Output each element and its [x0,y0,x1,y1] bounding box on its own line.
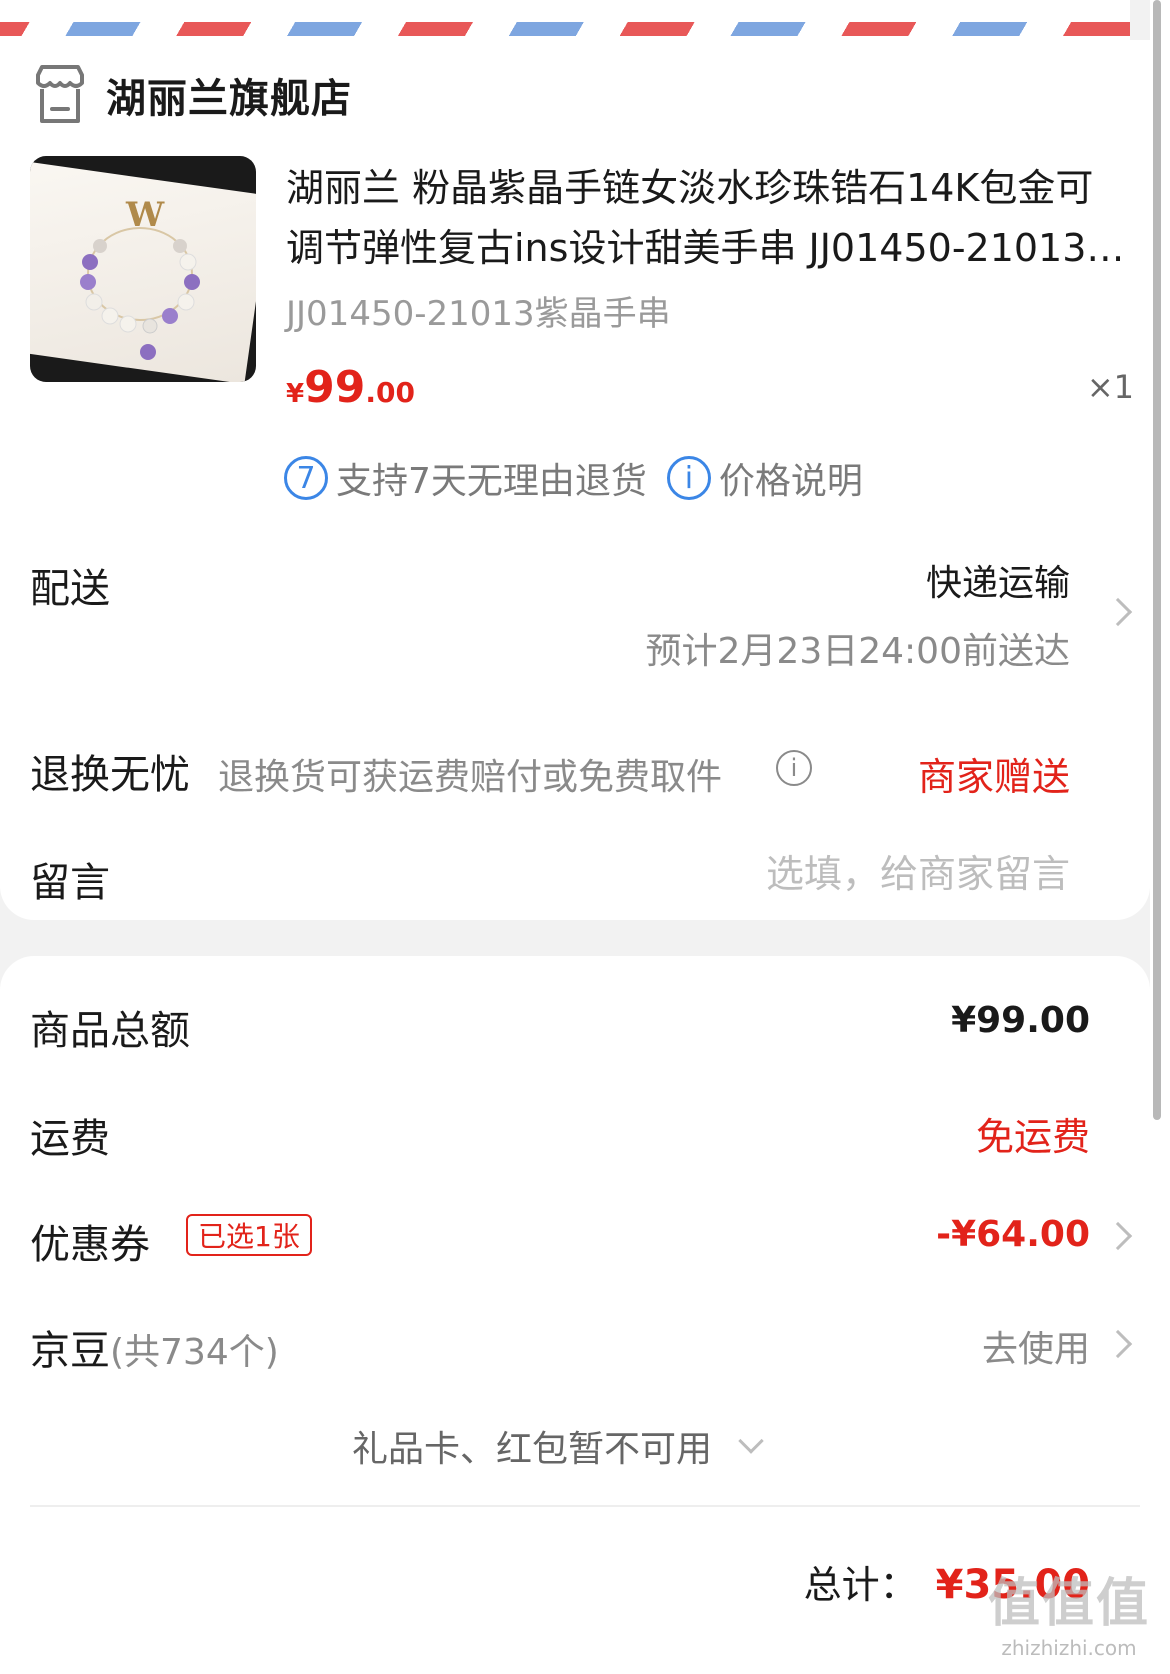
total-label: 总计： [803,1563,918,1607]
delivery-eta: 预计2月23日24:00前送达 [645,631,1070,672]
jdbean-label: 京豆 [30,1328,110,1374]
info-icon: i [666,456,711,500]
watermark: 值值值 zhizhizhi.com [988,1561,1150,1660]
price-decimal: .00 [365,376,415,409]
delivery-method[interactable]: 快递运输 [926,554,1070,606]
return-policy-tag[interactable]: 7 支持7天无理由退货 [284,452,647,504]
goods-total-value: ¥99.00 [951,1000,1090,1041]
product-image[interactable]: W [30,156,256,382]
coupon-selected-badge: 已选1张 [186,1214,312,1256]
product-sku: JJ01450-21013紫晶手串 [286,294,671,334]
scrollbar-thumb[interactable] [1153,0,1161,1120]
returns-label: 退换无忧 [30,752,190,798]
giftcard-text: 礼品卡、红包暂不可用 [352,1429,713,1470]
jdbean-row: 京豆(共734个) [30,1318,279,1376]
coupon-label: 优惠券 [30,1222,150,1268]
price-currency: ¥ [286,379,305,409]
goods-total-label: 商品总额 [30,1008,190,1054]
product-title[interactable]: 湖丽兰 粉晶紫晶手链女淡水珍珠锆石14K包金可调节弹性复古ins设计甜美手串 J… [286,158,1126,278]
airmail-stripe [0,22,1130,36]
return-policy-label: 支持7天无理由退货 [336,461,647,502]
store-icon [36,65,84,123]
returns-value: 商家赠送 [917,755,1070,799]
order-card: 湖丽兰旗舰店 W 湖丽兰 粉晶紫晶手链女淡水珍珠锆石14K包金可调节弹性复古in… [0,40,1150,920]
jdbean-count: (共734个) [110,1332,279,1373]
coupon-value[interactable]: -¥64.00 [936,1214,1090,1255]
chevron-right-icon[interactable] [1103,597,1133,627]
seven-day-icon: 7 [284,456,328,500]
shipping-fee-label: 运费 [30,1116,110,1162]
returns-desc: 退换货可获运费赔付或免费取件 [218,757,723,798]
airmail-border [0,0,1130,40]
shipping-fee-value: 免运费 [975,1115,1090,1159]
service-tags: 7 支持7天无理由退货 i 价格说明 [284,452,883,504]
product-price: ¥99.00 [286,362,415,413]
returns-info-icon[interactable]: i [776,750,812,786]
divider [30,1505,1140,1507]
jdbean-use-button[interactable]: 去使用 [982,1320,1090,1372]
message-label: 留言 [30,860,110,906]
product-quantity: ×1 [1086,368,1134,406]
chevron-down-icon [738,1428,764,1454]
message-input[interactable] [650,852,1070,896]
price-note-tag[interactable]: i 价格说明 [666,452,863,504]
giftcard-toggle[interactable]: 礼品卡、红包暂不可用 [352,1420,764,1472]
delivery-label: 配送 [30,566,110,612]
watermark-logo: 值值值 [987,1574,1150,1634]
price-note-label: 价格说明 [718,461,863,502]
store-name: 湖丽兰旗舰店 [106,76,352,122]
bracelet-graphic: W [80,195,200,360]
watermark-url: zhizhizhi.com [1001,1636,1137,1660]
price-integer: 99 [304,362,366,413]
store-header[interactable]: 湖丽兰旗舰店 [32,60,352,130]
